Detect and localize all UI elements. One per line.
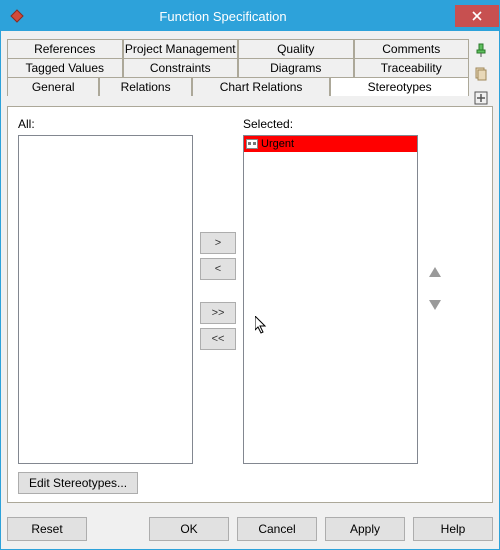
side-toolbar <box>469 39 493 107</box>
reorder-buttons <box>424 117 446 464</box>
selected-label: Selected: <box>243 117 418 131</box>
ok-button[interactable]: OK <box>149 517 229 541</box>
tab-stereotypes[interactable]: Stereotypes <box>330 77 469 96</box>
all-label: All: <box>18 117 193 131</box>
stereotype-icon <box>246 139 258 149</box>
tab-relations[interactable]: Relations <box>99 77 191 96</box>
tab-quality[interactable]: Quality <box>238 39 354 58</box>
tab-diagrams[interactable]: Diagrams <box>238 58 354 77</box>
edit-stereotypes-button[interactable]: Edit Stereotypes... <box>18 472 138 494</box>
tab-chart-relations[interactable]: Chart Relations <box>192 77 331 96</box>
titlebar[interactable]: Function Specification <box>1 1 499 31</box>
move-up-icon[interactable] <box>427 265 443 284</box>
all-listbox[interactable] <box>18 135 193 464</box>
tab-container: References Project Management Quality Co… <box>7 39 469 107</box>
apply-button[interactable]: Apply <box>325 517 405 541</box>
help-button[interactable]: Help <box>413 517 493 541</box>
dialog-body: References Project Management Quality Co… <box>1 31 499 509</box>
close-button[interactable] <box>455 5 499 27</box>
tab-general[interactable]: General <box>7 77 99 96</box>
add-button[interactable]: > <box>200 232 236 254</box>
tab-comments[interactable]: Comments <box>354 39 470 58</box>
tab-constraints[interactable]: Constraints <box>123 58 239 77</box>
remove-all-button[interactable]: << <box>200 328 236 350</box>
tab-tagged-values[interactable]: Tagged Values <box>7 58 123 77</box>
tab-references[interactable]: References <box>7 39 123 58</box>
stereotypes-panel: All: > < >> << Selected: Urgent <box>7 106 493 503</box>
remove-button[interactable]: < <box>200 258 236 280</box>
selected-listbox[interactable]: Urgent <box>243 135 418 464</box>
reset-button[interactable]: Reset <box>7 517 87 541</box>
list-item-label: Urgent <box>261 136 294 152</box>
dialog-window: Function Specification References Projec… <box>0 0 500 550</box>
transfer-buttons: > < >> << <box>193 117 243 464</box>
pin-icon[interactable] <box>472 41 490 59</box>
cancel-button[interactable]: Cancel <box>237 517 317 541</box>
move-down-icon[interactable] <box>427 298 443 317</box>
list-item[interactable]: Urgent <box>244 136 417 152</box>
tab-traceability[interactable]: Traceability <box>354 58 470 77</box>
dialog-footer: Reset OK Cancel Apply Help <box>1 509 499 549</box>
window-title: Function Specification <box>0 9 455 24</box>
add-all-button[interactable]: >> <box>200 302 236 324</box>
tab-project-management[interactable]: Project Management <box>123 39 239 58</box>
add-icon[interactable] <box>472 89 490 107</box>
copy-icon[interactable] <box>472 65 490 83</box>
